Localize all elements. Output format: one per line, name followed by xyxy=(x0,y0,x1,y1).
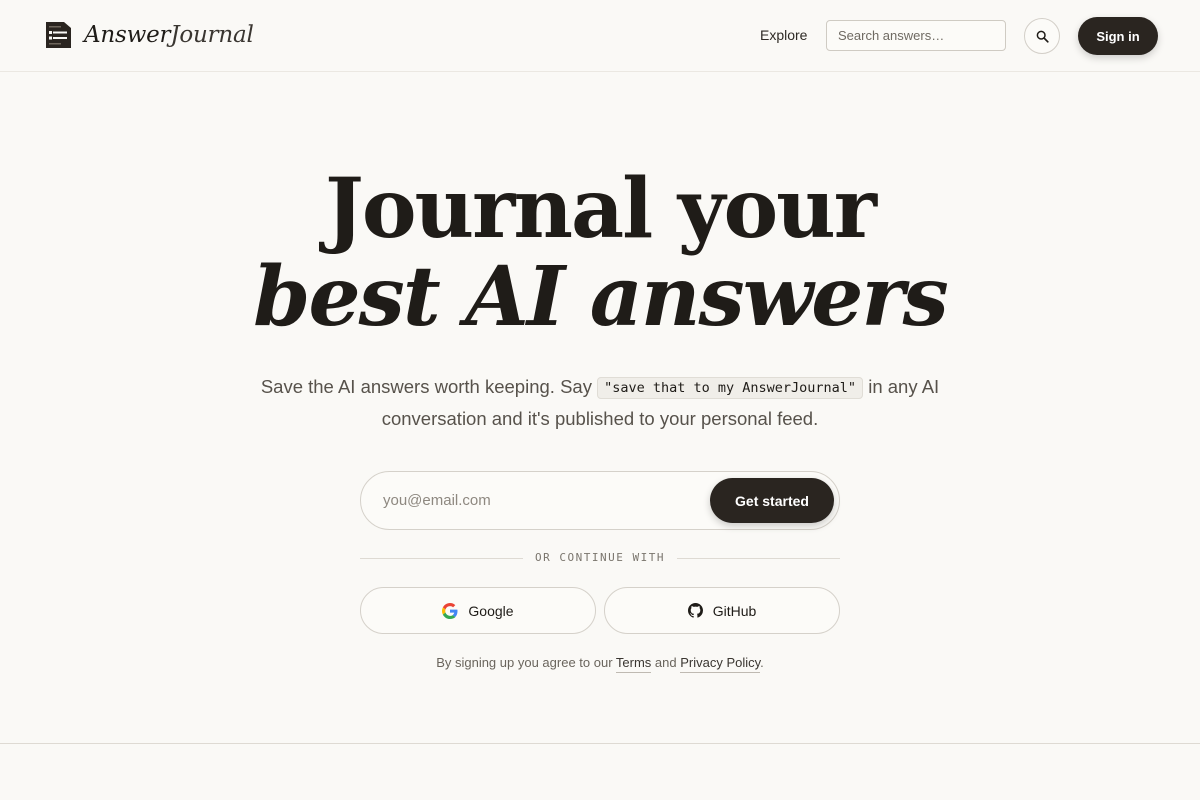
brand-name-light: Journal xyxy=(170,22,254,48)
terms-suffix: . xyxy=(760,655,764,670)
github-label: GitHub xyxy=(712,602,757,619)
email-signup-form: Get started xyxy=(360,471,840,530)
google-signin-button[interactable]: Google xyxy=(360,587,596,634)
search-input[interactable] xyxy=(826,20,1006,51)
nav-explore-link[interactable]: Explore xyxy=(760,27,807,43)
github-icon xyxy=(687,603,703,618)
brand-name: Answer Journal xyxy=(84,22,254,48)
top-navbar: AnswerJournal Explore Sign in xyxy=(0,0,1200,72)
hero-title-line1: Journal your xyxy=(325,161,877,257)
sign-in-button[interactable]: Sign in xyxy=(1078,17,1158,55)
journal-logo-icon xyxy=(46,22,71,48)
subtitle-command-snippet: "save that to my AnswerJournal" xyxy=(597,377,864,399)
terms-prefix: By signing up you agree to our xyxy=(436,655,616,670)
terms-link[interactable]: Terms xyxy=(615,655,652,673)
privacy-policy-link[interactable]: Privacy Policy xyxy=(680,655,761,673)
terms-and: and xyxy=(651,655,681,670)
search-icon xyxy=(1036,30,1049,43)
subtitle-text-before: Save the AI answers worth keeping. Say xyxy=(260,376,598,397)
hero-subtitle: Save the AI answers worth keeping. Say "… xyxy=(250,372,950,434)
section-divider xyxy=(0,743,1200,744)
search-button[interactable] xyxy=(1024,18,1060,54)
email-input[interactable] xyxy=(383,472,703,529)
terms-notice: By signing up you agree to our Terms and… xyxy=(0,655,1200,673)
get-started-button[interactable]: Get started xyxy=(710,478,834,523)
brand-name-bold: Answer xyxy=(84,22,171,48)
github-signin-button[interactable]: GitHub xyxy=(604,587,840,634)
brand[interactable]: Answer Journal xyxy=(44,20,254,50)
google-label: Google xyxy=(468,602,514,619)
hero-title-line2: best AI answers xyxy=(253,249,949,345)
divider-line-right xyxy=(677,558,840,559)
google-icon xyxy=(442,602,458,619)
hero-title: Journal your best AI answers xyxy=(0,164,1200,340)
